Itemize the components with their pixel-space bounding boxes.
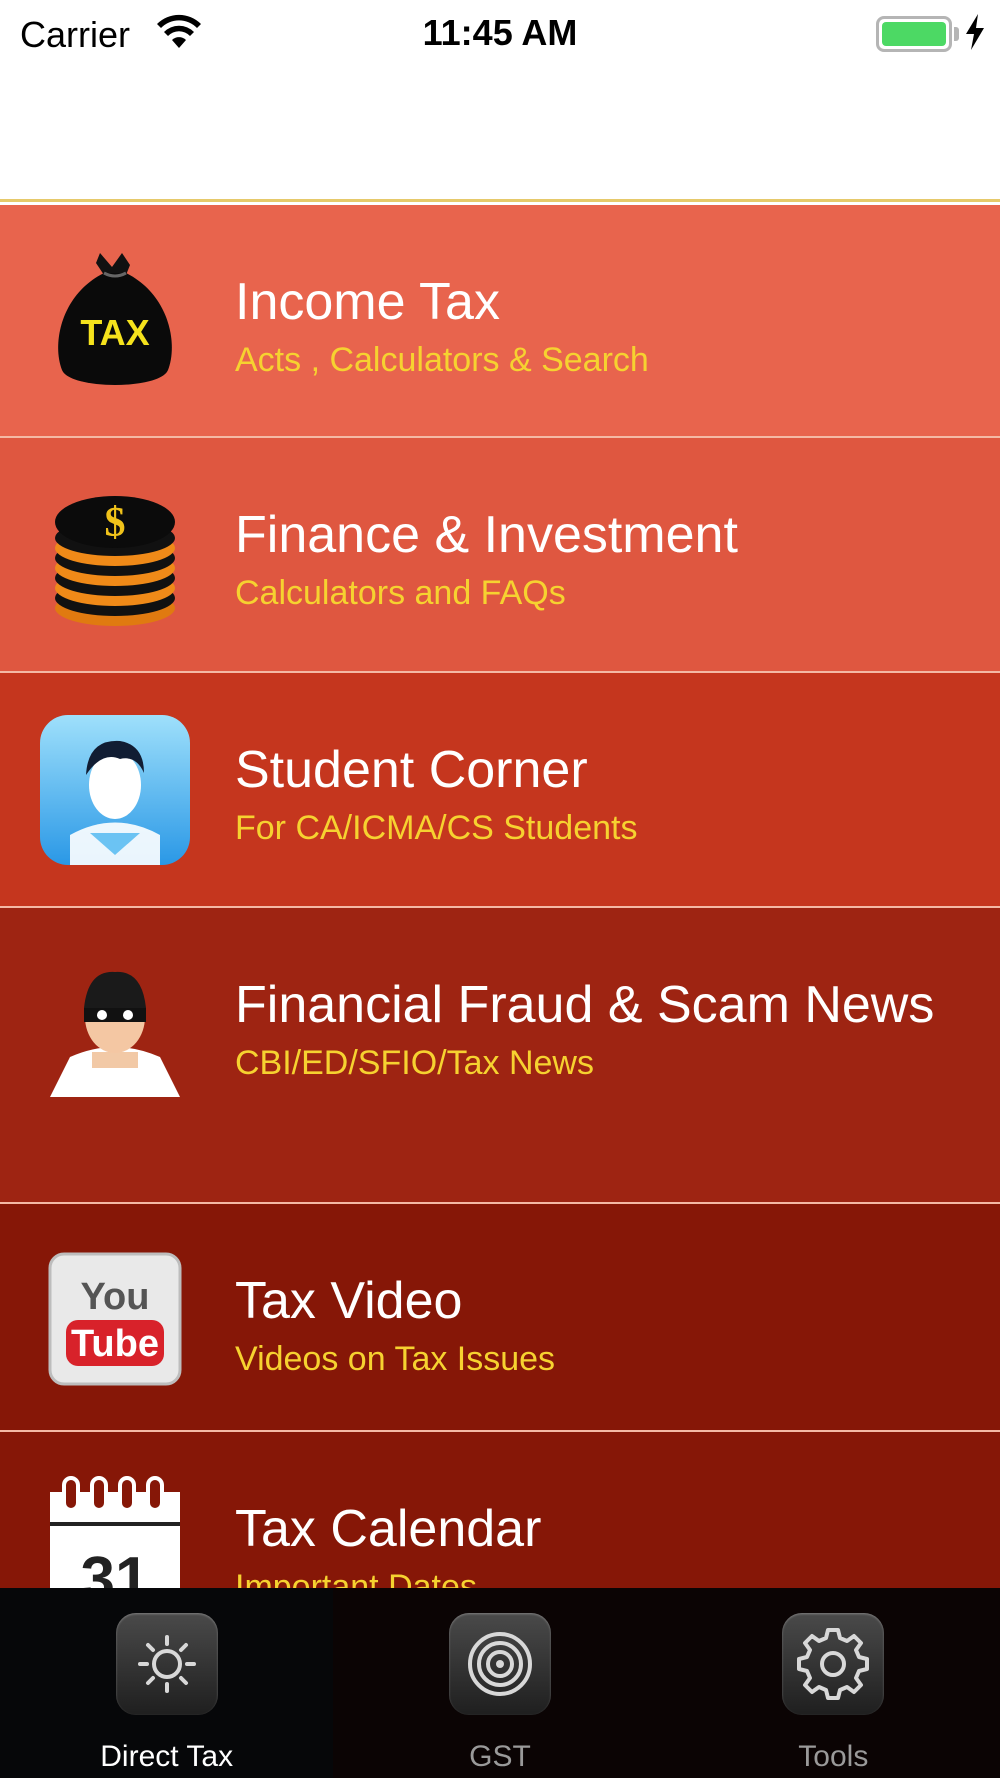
tab-bar: Direct Tax GST Tools	[0, 1588, 1000, 1778]
youtube-you-label: You	[81, 1276, 150, 1318]
student-avatar-icon	[40, 715, 190, 865]
menu-item-title: Financial Fraud & Scam News	[235, 976, 935, 1034]
menu-item-subtitle: Important Dates	[235, 1568, 477, 1588]
menu-item-tax-video[interactable]: You Tube Tax Video Videos on Tax Issues	[0, 1204, 1000, 1432]
menu-item-student-corner[interactable]: Student Corner For CA/ICMA/CS Students	[0, 673, 1000, 908]
tab-label: Direct Tax	[100, 1740, 234, 1773]
status-time: 11:45 AM	[422, 12, 578, 53]
battery-tip	[954, 27, 959, 41]
menu-list[interactable]: TAX Income Tax Acts , Calculators & Sear…	[0, 205, 1000, 1588]
target-icon	[448, 1613, 551, 1715]
menu-item-title: Tax Calendar	[235, 1500, 542, 1558]
navigation-bar	[0, 66, 1000, 202]
menu-item-fraud-news[interactable]: Financial Fraud & Scam News CBI/ED/SFIO/…	[0, 908, 1000, 1204]
tab-direct-tax[interactable]: Direct Tax	[0, 1588, 334, 1778]
tax-bag-label: TAX	[80, 312, 149, 353]
money-bag-tax-icon: TAX	[58, 253, 172, 385]
coin-stack-icon: $	[55, 496, 175, 626]
sun-icon	[115, 1613, 218, 1715]
tab-gst[interactable]: GST	[333, 1588, 666, 1778]
status-bar: Carrier 11:45 AM	[0, 0, 1000, 66]
menu-item-title: Income Tax	[235, 273, 500, 331]
menu-item-finance-investment[interactable]: $ Finance & Investment Calculators and F…	[0, 438, 1000, 673]
svg-text:$: $	[105, 500, 126, 546]
charging-bolt-icon	[966, 14, 984, 50]
menu-item-subtitle: For CA/ICMA/CS Students	[235, 809, 638, 847]
menu-item-income-tax[interactable]: TAX Income Tax Acts , Calculators & Sear…	[0, 205, 1000, 438]
tab-label: GST	[469, 1740, 531, 1773]
youtube-tube-label: Tube	[71, 1323, 159, 1365]
menu-item-title: Student Corner	[235, 741, 588, 799]
menu-item-subtitle: Acts , Calculators & Search	[235, 341, 649, 379]
menu-item-tax-calendar[interactable]: 31 Tax Calendar Important Dates	[0, 1432, 1000, 1588]
menu-item-title: Tax Video	[235, 1272, 463, 1330]
gear-icon	[782, 1613, 885, 1715]
menu-item-subtitle: CBI/ED/SFIO/Tax News	[235, 1044, 594, 1082]
battery-icon	[876, 16, 952, 52]
menu-item-subtitle: Videos on Tax Issues	[235, 1340, 556, 1378]
youtube-icon: You Tube	[48, 1252, 182, 1386]
calendar-icon: 31	[50, 1476, 180, 1588]
menu-item-title: Finance & Investment	[235, 506, 738, 564]
menu-item-subtitle: Calculators and FAQs	[235, 574, 566, 612]
tab-tools[interactable]: Tools	[667, 1588, 1000, 1778]
tab-label: Tools	[798, 1740, 869, 1773]
thief-icon	[50, 971, 180, 1097]
calendar-day-label: 31	[81, 1545, 150, 1588]
